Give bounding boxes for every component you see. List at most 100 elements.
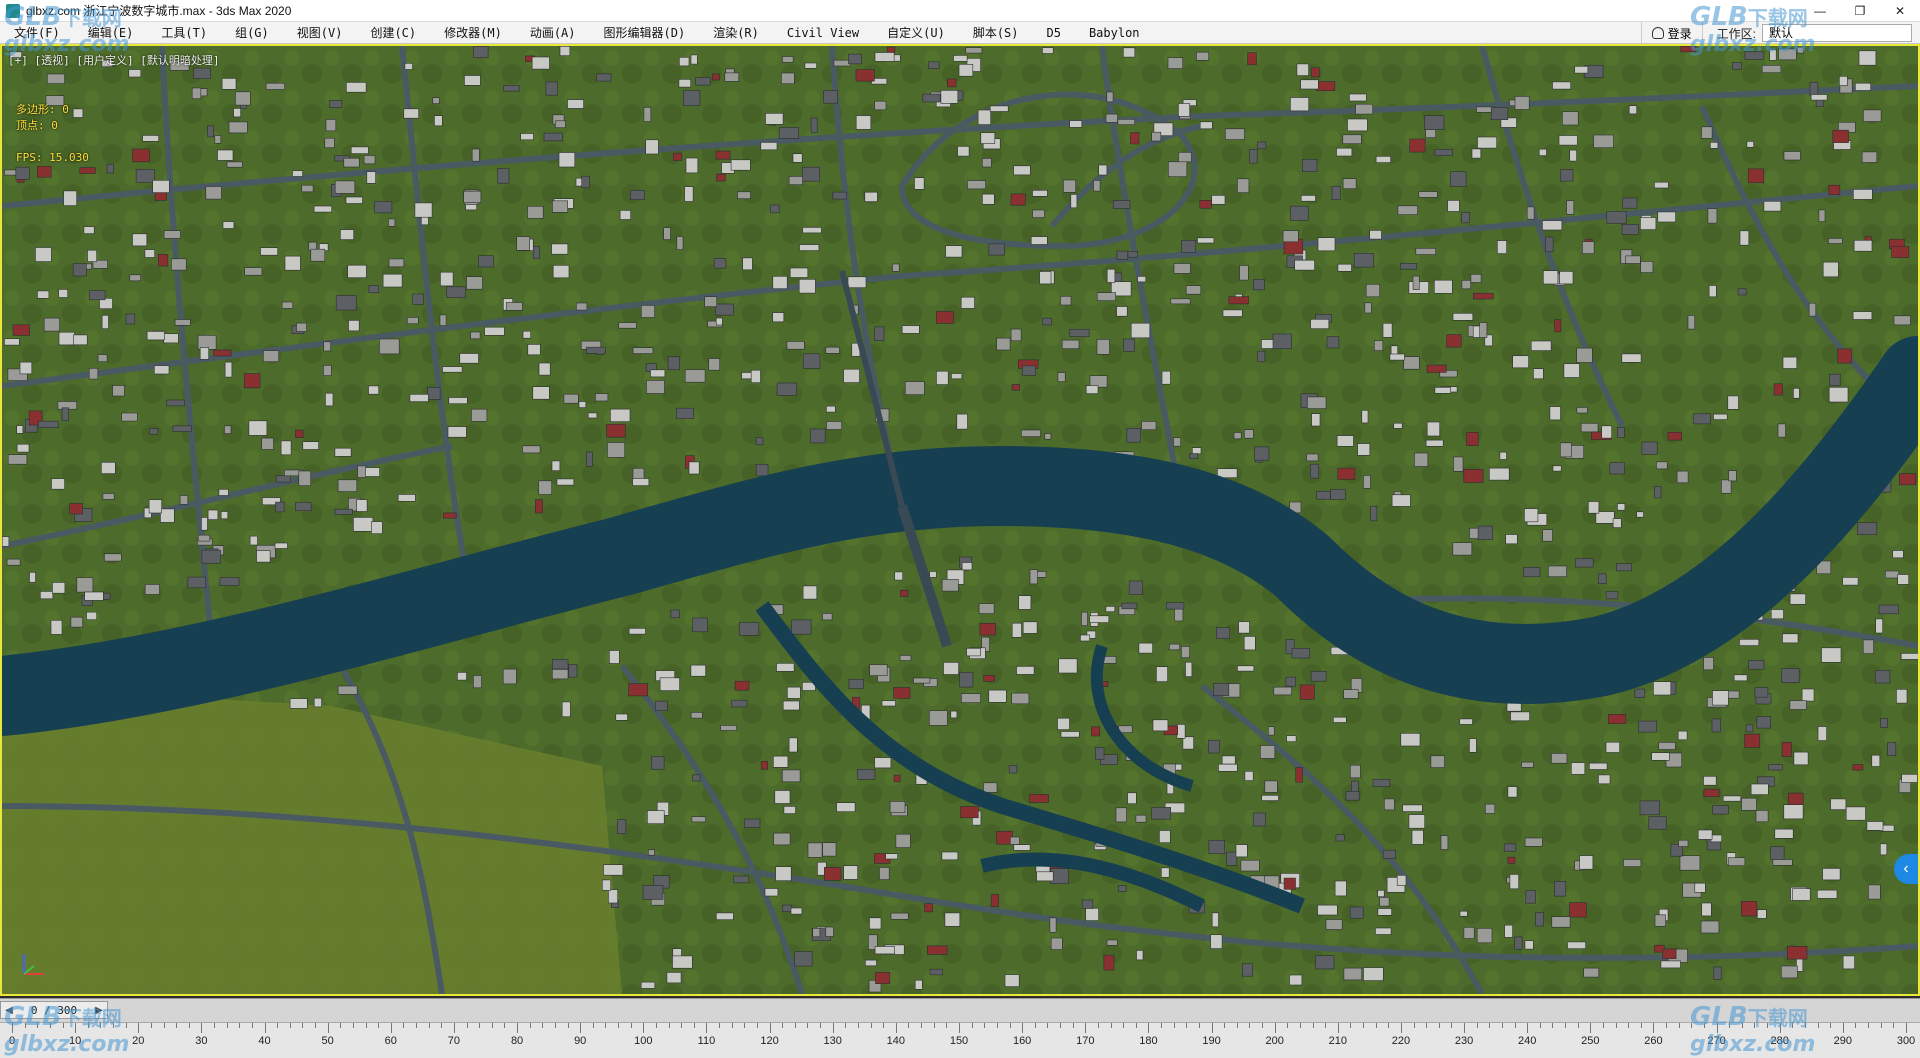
building xyxy=(1299,684,1315,700)
menu-tools[interactable]: 工具(T) xyxy=(147,22,221,44)
building xyxy=(112,385,125,397)
next-frame-icon[interactable]: ▶ xyxy=(91,1005,107,1016)
building xyxy=(810,428,826,444)
building xyxy=(88,367,99,380)
building xyxy=(885,853,898,860)
building xyxy=(1377,889,1385,897)
menu-d5[interactable]: D5 xyxy=(1033,22,1075,44)
building xyxy=(790,907,803,915)
ruler-minor-tick xyxy=(1767,1023,1769,1028)
menu-file[interactable]: 文件(F) xyxy=(0,22,74,44)
building xyxy=(36,166,52,178)
ruler-minor-tick xyxy=(378,1023,380,1028)
building xyxy=(1817,726,1827,741)
ruler-tick xyxy=(1274,1023,1276,1033)
building xyxy=(776,662,795,672)
building xyxy=(1317,904,1338,916)
menu-create[interactable]: 创建(C) xyxy=(356,22,430,44)
building xyxy=(1176,724,1186,739)
menu-modifiers[interactable]: 修改器(M) xyxy=(430,22,516,44)
building xyxy=(1058,658,1078,674)
menu-edit[interactable]: 编辑(E) xyxy=(74,22,148,44)
menu-scripting[interactable]: 脚本(S) xyxy=(959,22,1033,44)
building xyxy=(6,558,21,566)
menu-civil-view[interactable]: Civil View xyxy=(773,22,873,44)
menu-animation[interactable]: 动画(A) xyxy=(516,22,590,44)
building xyxy=(1476,927,1493,944)
building xyxy=(1290,205,1309,221)
building xyxy=(578,401,587,408)
menu-babylon[interactable]: Babylon xyxy=(1075,22,1154,44)
building xyxy=(1070,194,1078,209)
building xyxy=(1782,356,1798,369)
building xyxy=(967,180,986,190)
building xyxy=(1654,485,1662,499)
ruler-minor-tick xyxy=(693,1023,695,1028)
building xyxy=(1878,604,1899,615)
building xyxy=(929,571,937,578)
building xyxy=(1770,846,1785,860)
building xyxy=(714,303,734,316)
menu-group[interactable]: 组(G) xyxy=(221,22,283,44)
workspace-dropdown[interactable]: 默认 xyxy=(1762,24,1912,42)
building xyxy=(1530,340,1552,351)
building xyxy=(892,263,900,272)
menu-graph-editors[interactable]: 图形编辑器(D) xyxy=(590,22,700,44)
ruler-minor-tick xyxy=(1868,1023,1870,1028)
building xyxy=(432,97,440,104)
login-button[interactable]: 登录 xyxy=(1640,22,1703,44)
prev-frame-icon[interactable]: ◀ xyxy=(1,1005,17,1016)
building xyxy=(261,437,274,450)
building xyxy=(874,946,895,955)
ruler-tick xyxy=(75,1023,77,1033)
ruler-label: 300 xyxy=(1896,1035,1916,1047)
menu-views[interactable]: 视图(V) xyxy=(283,22,357,44)
building xyxy=(857,768,876,780)
time-slider[interactable]: ◀ 0 / 300 ▶ xyxy=(0,1001,108,1019)
building xyxy=(1130,132,1140,145)
building xyxy=(1290,97,1310,112)
ruler-minor-tick xyxy=(908,1023,910,1028)
building xyxy=(704,296,718,307)
building xyxy=(404,62,413,70)
building xyxy=(1469,738,1477,753)
menu-rendering[interactable]: 渲染(R) xyxy=(699,22,773,44)
building xyxy=(731,699,748,708)
ruler-minor-tick xyxy=(87,1023,89,1028)
building xyxy=(711,73,720,81)
building xyxy=(1625,255,1641,264)
expand-panel-button[interactable]: ‹ xyxy=(1894,854,1918,884)
building xyxy=(1756,716,1772,729)
building xyxy=(84,591,104,601)
ruler-minor-tick xyxy=(655,1023,657,1028)
building xyxy=(353,517,374,532)
building xyxy=(58,331,75,346)
maximize-icon[interactable]: ❐ xyxy=(1840,0,1880,22)
building xyxy=(760,761,769,770)
building xyxy=(1115,807,1127,823)
ruler-label: 30 xyxy=(195,1035,208,1047)
building xyxy=(1901,773,1918,783)
building xyxy=(688,461,700,475)
close-icon[interactable]: ✕ xyxy=(1880,0,1920,22)
minimize-icon[interactable]: — xyxy=(1800,0,1840,22)
building xyxy=(73,334,88,346)
building xyxy=(1703,657,1714,671)
building xyxy=(538,362,551,376)
ruler-tick xyxy=(1148,1023,1150,1033)
track-bar[interactable]: 0 10 20 30 40 50 60 70 80 90 100 110 120 130 140 150 160… xyxy=(0,1022,1920,1058)
menu-customize[interactable]: 自定义(U) xyxy=(873,22,959,44)
viewport-label[interactable]: [+] [透视] [用户定义] [默认明暗处理] xyxy=(8,52,219,68)
building xyxy=(197,534,211,542)
building xyxy=(659,677,680,691)
building xyxy=(1703,788,1720,798)
building xyxy=(104,553,122,562)
building xyxy=(1174,607,1184,622)
building xyxy=(874,757,892,769)
building xyxy=(1011,622,1022,638)
building xyxy=(1098,164,1108,176)
building xyxy=(1103,954,1115,971)
ruler-minor-tick xyxy=(731,1023,733,1028)
building xyxy=(1128,580,1143,595)
perspective-viewport[interactable]: [+] [透视] [用户定义] [默认明暗处理] 多边形: 0 顶点: 0 FP… xyxy=(0,44,1920,996)
